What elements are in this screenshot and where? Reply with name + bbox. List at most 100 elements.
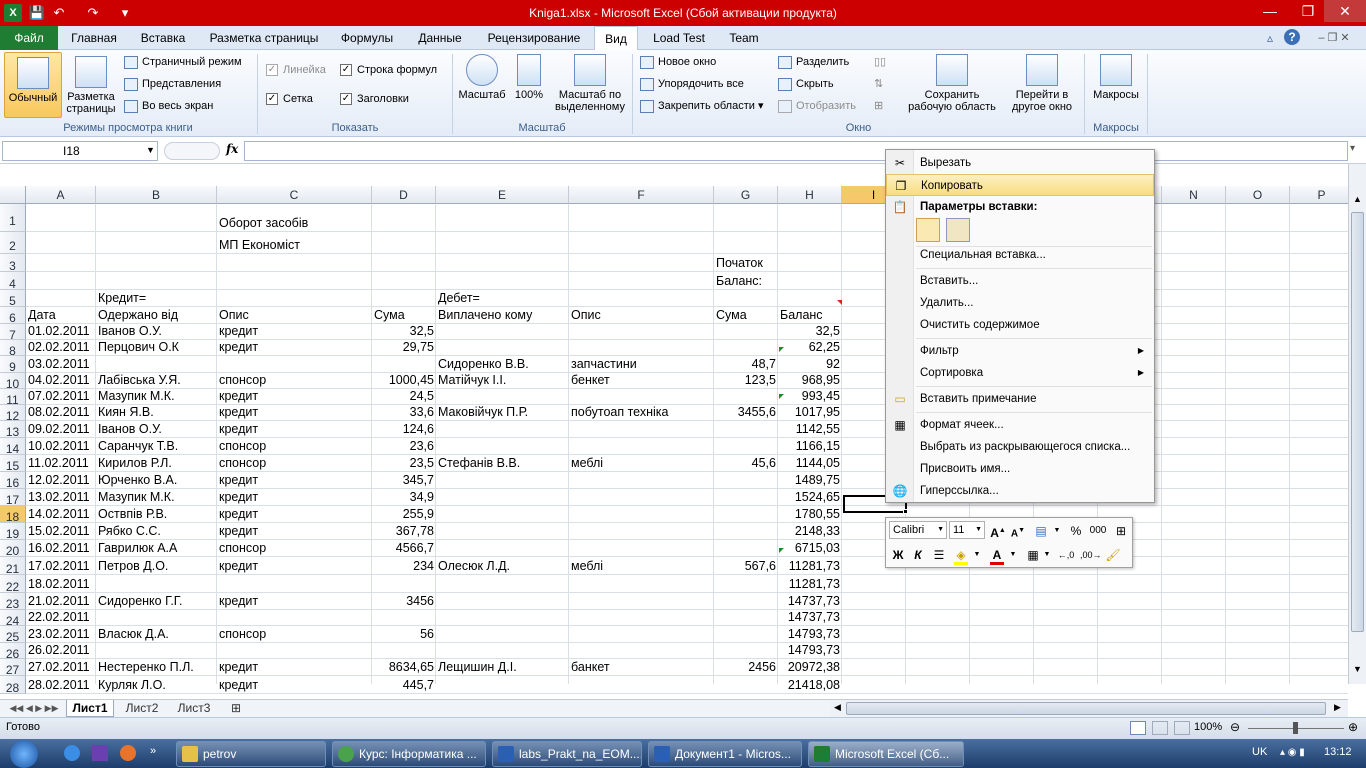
cell-B21[interactable]: Петров Д.О. [96, 558, 217, 575]
zoom-to-selection-button[interactable]: Масштаб по выделенному [552, 54, 628, 116]
cell-H12[interactable]: 1017,95 [778, 404, 842, 421]
split-button[interactable]: Разделить [778, 52, 849, 72]
row-header-5[interactable]: 5 [0, 290, 26, 308]
minimize-ribbon-icon[interactable]: ▵ [1262, 26, 1278, 50]
select-all-corner[interactable] [0, 186, 26, 204]
cell-F12[interactable]: побутоап техніка [569, 404, 714, 421]
borders-icon[interactable]: ▦ [1024, 544, 1042, 566]
ruler-checkbox[interactable]: ✓ Линейка [266, 60, 326, 80]
cell-D14[interactable]: 23,6 [372, 438, 436, 455]
cell-H7[interactable]: 32,5 [778, 323, 842, 340]
cell-C21[interactable]: кредит [217, 558, 372, 575]
cell-A12[interactable]: 08.02.2011 [26, 404, 96, 421]
cell-B19[interactable]: Рябко С.С. [96, 523, 217, 540]
view-side-by-side-icon[interactable]: ▯▯ [874, 52, 886, 72]
cell-C23[interactable]: кредит [217, 593, 372, 610]
menu-item-delete[interactable]: Удалить... [886, 292, 1154, 314]
tab-review[interactable]: Рецензирование [478, 26, 590, 50]
cell-D28[interactable]: 445,7 [372, 677, 436, 694]
cell-C11[interactable]: кредит [217, 388, 372, 405]
gridlines-checkbox[interactable]: ✓ Сетка [266, 89, 313, 109]
cell-G6[interactable]: Сума [714, 307, 778, 324]
menu-item-sort[interactable]: Сортировка ▶ [886, 362, 1154, 384]
vertical-scrollbar[interactable]: ▲ ▼ [1348, 164, 1366, 684]
cell-E27[interactable]: Лещишин Д.І. [436, 659, 569, 676]
taskbar-item-petrov[interactable]: petrov [176, 741, 326, 767]
language-indicator[interactable]: UK [1252, 746, 1267, 758]
dropdown-icon[interactable]: ▼ [1042, 544, 1052, 566]
name-box-dropdown-icon[interactable]: ▼ [146, 145, 155, 155]
unhide-button[interactable]: Отобразить [778, 96, 856, 116]
arrange-all-button[interactable]: Упорядочить все [640, 74, 744, 94]
cell-B27[interactable]: Нестеренко П.Л. [96, 659, 217, 676]
cell-A11[interactable]: 07.02.2011 [26, 388, 96, 405]
cell-B8[interactable]: Перцович О.К [96, 339, 217, 356]
cell-A16[interactable]: 12.02.2011 [26, 472, 96, 489]
cell-C1[interactable]: Оборот засобів [217, 215, 372, 232]
close-button[interactable]: ✕ [1324, 0, 1366, 22]
cell-B17[interactable]: Мазупик М.К. [96, 489, 217, 506]
format-painter-icon[interactable]: 🖌 [1104, 544, 1122, 566]
cell-E12[interactable]: Маковійчук П.Р. [436, 404, 569, 421]
tab-page-layout[interactable]: Разметка страницы [200, 26, 328, 50]
cell-H17[interactable]: 1524,65 [778, 489, 842, 506]
cell-C19[interactable]: кредит [217, 523, 372, 540]
row-header-20[interactable]: 20 [0, 540, 26, 558]
menu-item-filter[interactable]: Фильтр ▶ [886, 340, 1154, 362]
tab-insert[interactable]: Вставка [130, 26, 196, 50]
page-break-status-icon[interactable] [1174, 721, 1190, 735]
cell-D15[interactable]: 23,5 [372, 455, 436, 472]
freeze-panes-button[interactable]: Закрепить области ▾ [640, 96, 763, 116]
cell-A26[interactable]: 26.02.2011 [26, 642, 96, 659]
cell-D17[interactable]: 34,9 [372, 489, 436, 506]
cell-D12[interactable]: 33,6 [372, 404, 436, 421]
fill-handle[interactable] [903, 509, 908, 514]
cell-C17[interactable]: кредит [217, 489, 372, 506]
column-header-C[interactable]: C [217, 186, 372, 204]
menu-item-paste-special[interactable]: Специальная вставка... [886, 244, 1154, 266]
cell-D21[interactable]: 234 [372, 558, 436, 575]
zoom-button[interactable]: Масштаб [456, 54, 508, 116]
taskbar-item-chrome[interactable]: Курс: Інформатика ... [332, 741, 486, 767]
cell-D7[interactable]: 32,5 [372, 323, 436, 340]
menu-item-insert[interactable]: Вставить... [886, 270, 1154, 292]
cell-F27[interactable]: банкет [569, 659, 714, 676]
cell-B23[interactable]: Сидоренко Г.Г. [96, 593, 217, 610]
row-header-12[interactable]: 12 [0, 405, 26, 423]
font-name-combo[interactable]: Calibri ▼ [889, 521, 947, 539]
cell-H20[interactable]: 6715,03 [778, 540, 842, 557]
page-break-preview-button[interactable]: Страничный режим [124, 52, 242, 72]
cell-A20[interactable]: 16.02.2011 [26, 540, 96, 557]
cell-G15[interactable]: 45,6 [714, 455, 778, 472]
row-header-26[interactable]: 26 [0, 643, 26, 661]
sheet-nav-icons[interactable]: ◀◀ ◀ ▶ ▶▶ [4, 700, 64, 717]
row-header-3[interactable]: 3 [0, 254, 26, 273]
row-header-2[interactable]: 2 [0, 232, 26, 254]
scroll-up-icon[interactable]: ▲ [1351, 194, 1364, 210]
row-header-10[interactable]: 10 [0, 373, 26, 391]
cell-H22[interactable]: 11281,73 [778, 576, 842, 593]
file-tab[interactable]: Файл [0, 26, 58, 50]
row-header-7[interactable]: 7 [0, 324, 26, 342]
cell-B20[interactable]: Гаврилюк А.А [96, 540, 217, 557]
zoom-level[interactable]: 100% [1194, 721, 1222, 733]
cell-H10[interactable]: 968,95 [778, 372, 842, 389]
cell-C25[interactable]: спонсор [217, 626, 372, 643]
cell-H6[interactable]: Баланс [778, 307, 842, 324]
cell-H26[interactable]: 14793,73 [778, 642, 842, 659]
undo-icon[interactable]: ↶ [50, 4, 68, 22]
tab-view[interactable]: Вид [594, 26, 638, 51]
cell-H16[interactable]: 1489,75 [778, 472, 842, 489]
zoom-in-icon[interactable]: ⊕ [1348, 720, 1358, 734]
row-header-11[interactable]: 11 [0, 389, 26, 407]
scroll-down-icon[interactable]: ▼ [1351, 664, 1364, 680]
cell-A22[interactable]: 18.02.2011 [26, 576, 96, 593]
row-header-28[interactable]: 28 [0, 676, 26, 695]
menu-item-clear[interactable]: Очистить содержимое [886, 314, 1154, 336]
cell-H25[interactable]: 14793,73 [778, 626, 842, 643]
cell-D16[interactable]: 345,7 [372, 472, 436, 489]
column-header-O[interactable]: O [1226, 186, 1290, 204]
column-header-E[interactable]: E [436, 186, 569, 204]
cell-C18[interactable]: кредит [217, 506, 372, 523]
cell-D23[interactable]: 3456 [372, 593, 436, 610]
